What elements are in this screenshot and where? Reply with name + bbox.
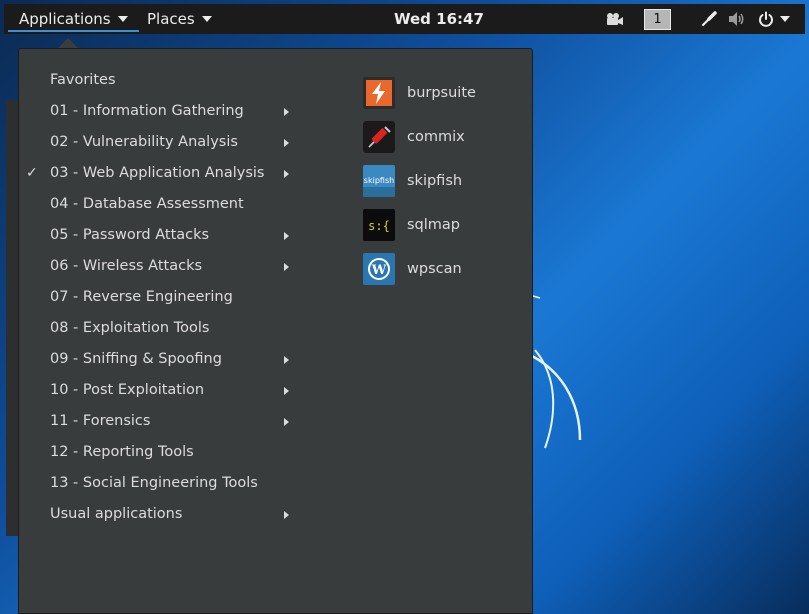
applications-menu-popover: Favorites 01 - Information Gathering 02 - … [18, 48, 533, 614]
chevron-right-icon [284, 511, 289, 519]
app-item-skipfish[interactable]: skipfish skipfish [363, 159, 523, 203]
svg-text:skipfish: skipfish [364, 176, 394, 185]
chevron-down-icon [117, 16, 128, 22]
background-window-edge [6, 100, 18, 536]
app-item-wpscan[interactable]: Wwpscan [363, 247, 523, 291]
chevron-right-icon [284, 108, 289, 116]
pen-tool-icon[interactable] [698, 9, 720, 29]
burpsuite-icon [363, 77, 395, 109]
menu-category-label: 11 - Forensics [50, 413, 151, 429]
app-item-sqlmap[interactable]: s:{ sqlmap [363, 203, 523, 247]
menu-category-label: 05 - Password Attacks [50, 227, 210, 243]
menu-category-label: Favorites [50, 72, 116, 88]
chevron-down-icon[interactable] [778, 9, 792, 29]
menu-category-item[interactable]: 05 - Password Attacks [19, 220, 319, 251]
menu-category-item[interactable]: 04 - Database Assessment [19, 189, 319, 220]
chevron-right-icon [284, 232, 289, 240]
sqlmap-icon: s:{ [363, 209, 395, 241]
menu-category-item[interactable]: ✓ 03 - Web Application Analysis [19, 158, 319, 189]
menu-category-item[interactable]: Favorites [19, 65, 319, 96]
menu-category-item[interactable]: 08 - Exploitation Tools [19, 313, 319, 344]
menu-category-label: 10 - Post Exploitation [50, 382, 205, 398]
menu-category-label: Usual applications [50, 506, 183, 522]
menu-category-item[interactable]: 02 - Vulnerability Analysis [19, 127, 319, 158]
app-label: commix [407, 129, 465, 145]
places-label: Places [147, 10, 195, 28]
commix-syringe-icon [363, 121, 395, 153]
menu-category-item[interactable]: 13 - Social Engineering Tools [19, 468, 319, 499]
menu-category-label: 09 - Sniffing & Spoofing [50, 351, 222, 367]
places-menu-button[interactable]: Places [147, 4, 212, 34]
app-label: wpscan [407, 261, 462, 277]
app-label: burpsuite [407, 85, 476, 101]
chevron-right-icon [284, 387, 289, 395]
menu-category-label: 01 - Information Gathering [50, 103, 244, 119]
chevron-right-icon [284, 356, 289, 364]
volume-icon[interactable] [726, 9, 748, 29]
menu-category-label: 06 - Wireless Attacks [50, 258, 203, 274]
menu-category-label: 02 - Vulnerability Analysis [50, 134, 238, 150]
app-label: sqlmap [407, 217, 461, 233]
app-item-commix[interactable]: commix [363, 115, 523, 159]
chevron-right-icon [284, 170, 289, 178]
app-list: burpsuite commix skipfish skipfish s:{ sqlmap… [363, 71, 523, 291]
menu-category-item[interactable]: 01 - Information Gathering [19, 96, 319, 127]
clock[interactable]: Wed 16:47 [394, 4, 484, 34]
video-camera-icon[interactable] [604, 9, 626, 29]
wordpress-icon: W [363, 253, 395, 285]
applications-menu-button[interactable]: Applications [8, 4, 139, 34]
category-list: Favorites 01 - Information Gathering 02 - … [19, 65, 319, 530]
menu-category-label: 08 - Exploitation Tools [50, 320, 210, 336]
checkmark-icon: ✓ [26, 165, 38, 181]
applications-label: Applications [19, 10, 111, 28]
menu-category-item[interactable]: 11 - Forensics [19, 406, 319, 437]
menu-category-item[interactable]: 07 - Reverse Engineering [19, 282, 319, 313]
chevron-right-icon [284, 139, 289, 147]
chevron-right-icon [284, 263, 289, 271]
menu-category-label: 07 - Reverse Engineering [50, 289, 233, 305]
menu-category-label: 04 - Database Assessment [50, 196, 244, 212]
menu-category-item[interactable]: 10 - Post Exploitation [19, 375, 319, 406]
app-label: skipfish [407, 173, 463, 189]
menu-pointer [58, 38, 78, 48]
top-panel: Applications Places Wed 16:47 1 [4, 4, 805, 34]
menu-category-item[interactable]: 09 - Sniffing & Spoofing [19, 344, 319, 375]
menu-category-item[interactable]: 06 - Wireless Attacks [19, 251, 319, 282]
svg-text:s:{: s:{ [368, 219, 390, 233]
skipfish-icon: skipfish [363, 165, 395, 197]
power-icon[interactable] [756, 9, 776, 29]
chevron-down-icon [201, 16, 212, 22]
menu-category-label: 12 - Reporting Tools [50, 444, 194, 460]
chevron-right-icon [284, 418, 289, 426]
svg-text:W: W [371, 263, 387, 278]
workspace-indicator[interactable]: 1 [644, 9, 671, 30]
app-item-burpsuite[interactable]: burpsuite [363, 71, 523, 115]
menu-category-label: 03 - Web Application Analysis [50, 165, 265, 181]
menu-category-label: 13 - Social Engineering Tools [50, 475, 258, 491]
menu-category-item[interactable]: Usual applications [19, 499, 319, 530]
menu-category-item[interactable]: 12 - Reporting Tools [19, 437, 319, 468]
